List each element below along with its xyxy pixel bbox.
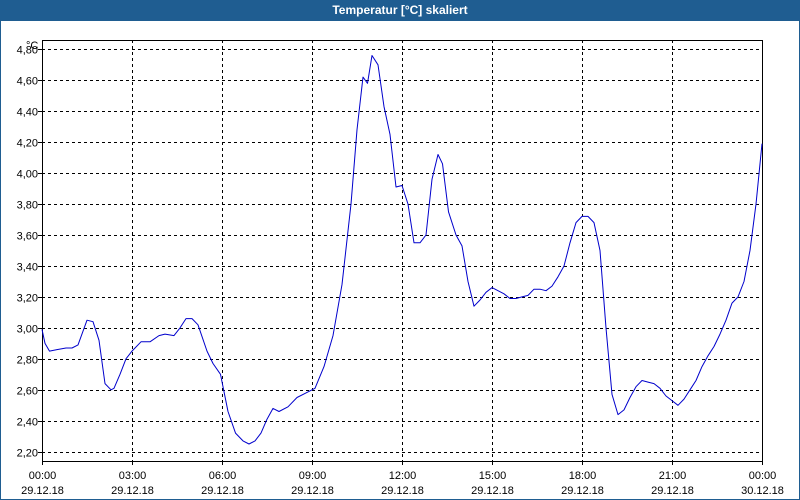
x-tick-time-label: 12:00 xyxy=(389,470,417,482)
x-tick-time-label: 00:00 xyxy=(749,470,777,482)
y-tick-label: 2,80 xyxy=(17,355,38,367)
y-tick-label: 2,20 xyxy=(17,448,38,460)
x-tick-date-label: 29.12.18 xyxy=(651,485,694,497)
chart-window: Temperatur [°C] skaliert 2,20 2,40 2,60 2,8… xyxy=(0,0,800,500)
y-tick-label: 4,60 xyxy=(17,76,38,88)
x-tick-time-label: 18:00 xyxy=(569,470,597,482)
x-tick-time-label: 21:00 xyxy=(659,470,687,482)
temperature-chart: 2,20 2,40 2,60 2,80 3,00 3,20 3,40 3,60 3,80 4,00… xyxy=(17,40,784,497)
y-tick-label: 3,00 xyxy=(17,324,38,336)
x-tick-time-label: 06:00 xyxy=(209,470,237,482)
y-tick-label: 3,80 xyxy=(17,200,38,212)
y-tick-label: 4,20 xyxy=(17,138,38,150)
x-tick-date-label: 29.12.18 xyxy=(21,485,64,497)
window-title: Temperatur [°C] skaliert xyxy=(0,0,800,21)
x-tick-date-label: 29.12.18 xyxy=(201,485,244,497)
x-tick-time-label: 03:00 xyxy=(119,470,147,482)
y-tick-label: 3,60 xyxy=(17,231,38,243)
x-tick-date-label: 29.12.18 xyxy=(291,485,334,497)
x-tick-date-label: 29.12.18 xyxy=(381,485,424,497)
x-tick-date-label: 29.12.18 xyxy=(111,485,154,497)
y-tick-label: 3,20 xyxy=(17,293,38,305)
y-tick-label: 4,40 xyxy=(17,107,38,119)
x-tick-time-label: 15:00 xyxy=(479,470,507,482)
x-tick-time-label: 09:00 xyxy=(299,470,327,482)
y-tick-label: 3,40 xyxy=(17,262,38,274)
x-tick-date-label: 30.12.18 xyxy=(741,485,784,497)
y-tick-label: 4,00 xyxy=(17,169,38,181)
y-tick-label: 2,60 xyxy=(17,386,38,398)
y-axis-unit-label: °C xyxy=(26,40,38,52)
x-tick-date-label: 29.12.18 xyxy=(471,485,514,497)
x-tick-time-label: 00:00 xyxy=(29,470,57,482)
chart-area: 2,20 2,40 2,60 2,80 3,00 3,20 3,40 3,60 3,80 4,00… xyxy=(0,21,800,500)
y-tick-label: 2,40 xyxy=(17,417,38,429)
x-tick-date-label: 29.12.18 xyxy=(561,485,604,497)
